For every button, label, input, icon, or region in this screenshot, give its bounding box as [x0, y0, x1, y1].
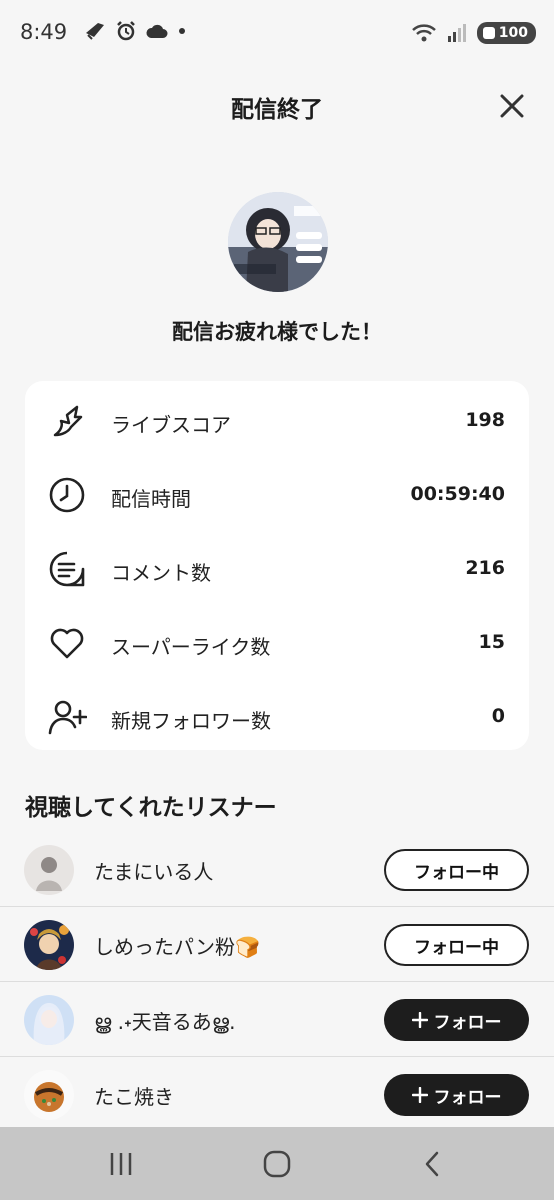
status-system-icons: 100 [411, 22, 536, 44]
battery-protect-icon [482, 27, 495, 39]
cloud-icon [146, 24, 168, 38]
button-label: フォロー [433, 1012, 502, 1033]
listener-name: しめったパン粉🍞 [94, 935, 260, 959]
wifi-icon [411, 24, 436, 42]
status-notification-icons [84, 21, 186, 41]
stat-row-comments: コメント数 216 [25, 537, 529, 597]
score-arrow-icon [53, 405, 83, 437]
listeners-section-title: 視聴してくれたリスナー [25, 795, 277, 821]
listener-avatar[interactable] [24, 845, 74, 895]
listener-avatar[interactable] [24, 995, 74, 1045]
add-user-icon [48, 700, 87, 735]
button-label: フォロー中 [414, 937, 499, 958]
stat-value: 15 [478, 631, 505, 653]
back-icon[interactable] [418, 1149, 448, 1179]
plus-icon [411, 1012, 428, 1028]
following-button[interactable]: フォロー中 [384, 924, 529, 966]
battery-level: 100 [498, 25, 528, 41]
list-item: たこ焼き フォロー [0, 1057, 554, 1132]
close-icon[interactable] [498, 92, 526, 120]
listener-avatar[interactable] [24, 920, 74, 970]
signal-icon [447, 24, 466, 42]
recent-apps-icon[interactable] [106, 1149, 136, 1179]
clock-icon [49, 477, 85, 513]
stat-label: 配信時間 [111, 487, 191, 511]
status-time: 8:49 [20, 20, 68, 44]
listener-name: たまにいる人 [94, 860, 214, 884]
stat-label: コメント数 [111, 561, 211, 585]
follow-button[interactable]: フォロー [384, 1074, 529, 1116]
streamer-avatar [228, 192, 328, 292]
stat-row-stream-time: 配信時間 00:59:40 [25, 463, 529, 523]
system-nav-bar [0, 1127, 554, 1200]
stat-row-live-score: ライブスコア 198 [25, 389, 529, 449]
alarm-icon [117, 21, 135, 41]
status-bar: 8:49 100 [0, 0, 554, 66]
stat-row-superlikes: スーパーライク数 15 [25, 611, 529, 671]
listener-name: たこ焼き [94, 1085, 174, 1109]
button-label: フォロー [433, 1087, 502, 1108]
page-title: 配信終了 [231, 97, 323, 123]
stat-label: 新規フォロワー数 [111, 709, 271, 733]
dot-icon [179, 28, 185, 34]
stat-label: スーパーライク数 [111, 635, 271, 659]
button-label: フォロー中 [414, 862, 499, 883]
stats-card: ライブスコア 198 配信時間 00:59:40 コメント数 216 スーパーラ… [25, 381, 529, 750]
battery-indicator: 100 [476, 22, 536, 44]
stat-label: ライブスコア [111, 413, 231, 437]
listener-name: ൠ .˖天音るあൠ. [94, 1010, 236, 1034]
thanks-message: 配信お疲れ様でした！ [172, 320, 382, 344]
stat-value: 216 [465, 557, 505, 579]
follow-button[interactable]: フォロー [384, 999, 529, 1041]
stat-value: 0 [491, 705, 505, 727]
stat-value: 198 [465, 409, 505, 431]
listener-avatar[interactable] [24, 1070, 74, 1120]
stat-row-new-followers: 新規フォロワー数 0 [25, 685, 529, 745]
plus-icon [411, 1087, 428, 1103]
stream-end-screen: 8:49 100 配信終了 配信お疲れ様でした！ ライブスコア 198 配信時間… [0, 0, 554, 1200]
bird-icon [86, 23, 104, 40]
home-icon[interactable] [262, 1149, 292, 1179]
list-item: たまにいる人 フォロー中 [0, 832, 554, 907]
heart-icon [50, 628, 84, 659]
comment-icon [49, 551, 85, 587]
following-button[interactable]: フォロー中 [384, 849, 529, 891]
list-item: ൠ .˖天音るあൠ. フォロー [0, 982, 554, 1057]
stat-value: 00:59:40 [410, 483, 505, 505]
list-item: しめったパン粉🍞 フォロー中 [0, 907, 554, 982]
